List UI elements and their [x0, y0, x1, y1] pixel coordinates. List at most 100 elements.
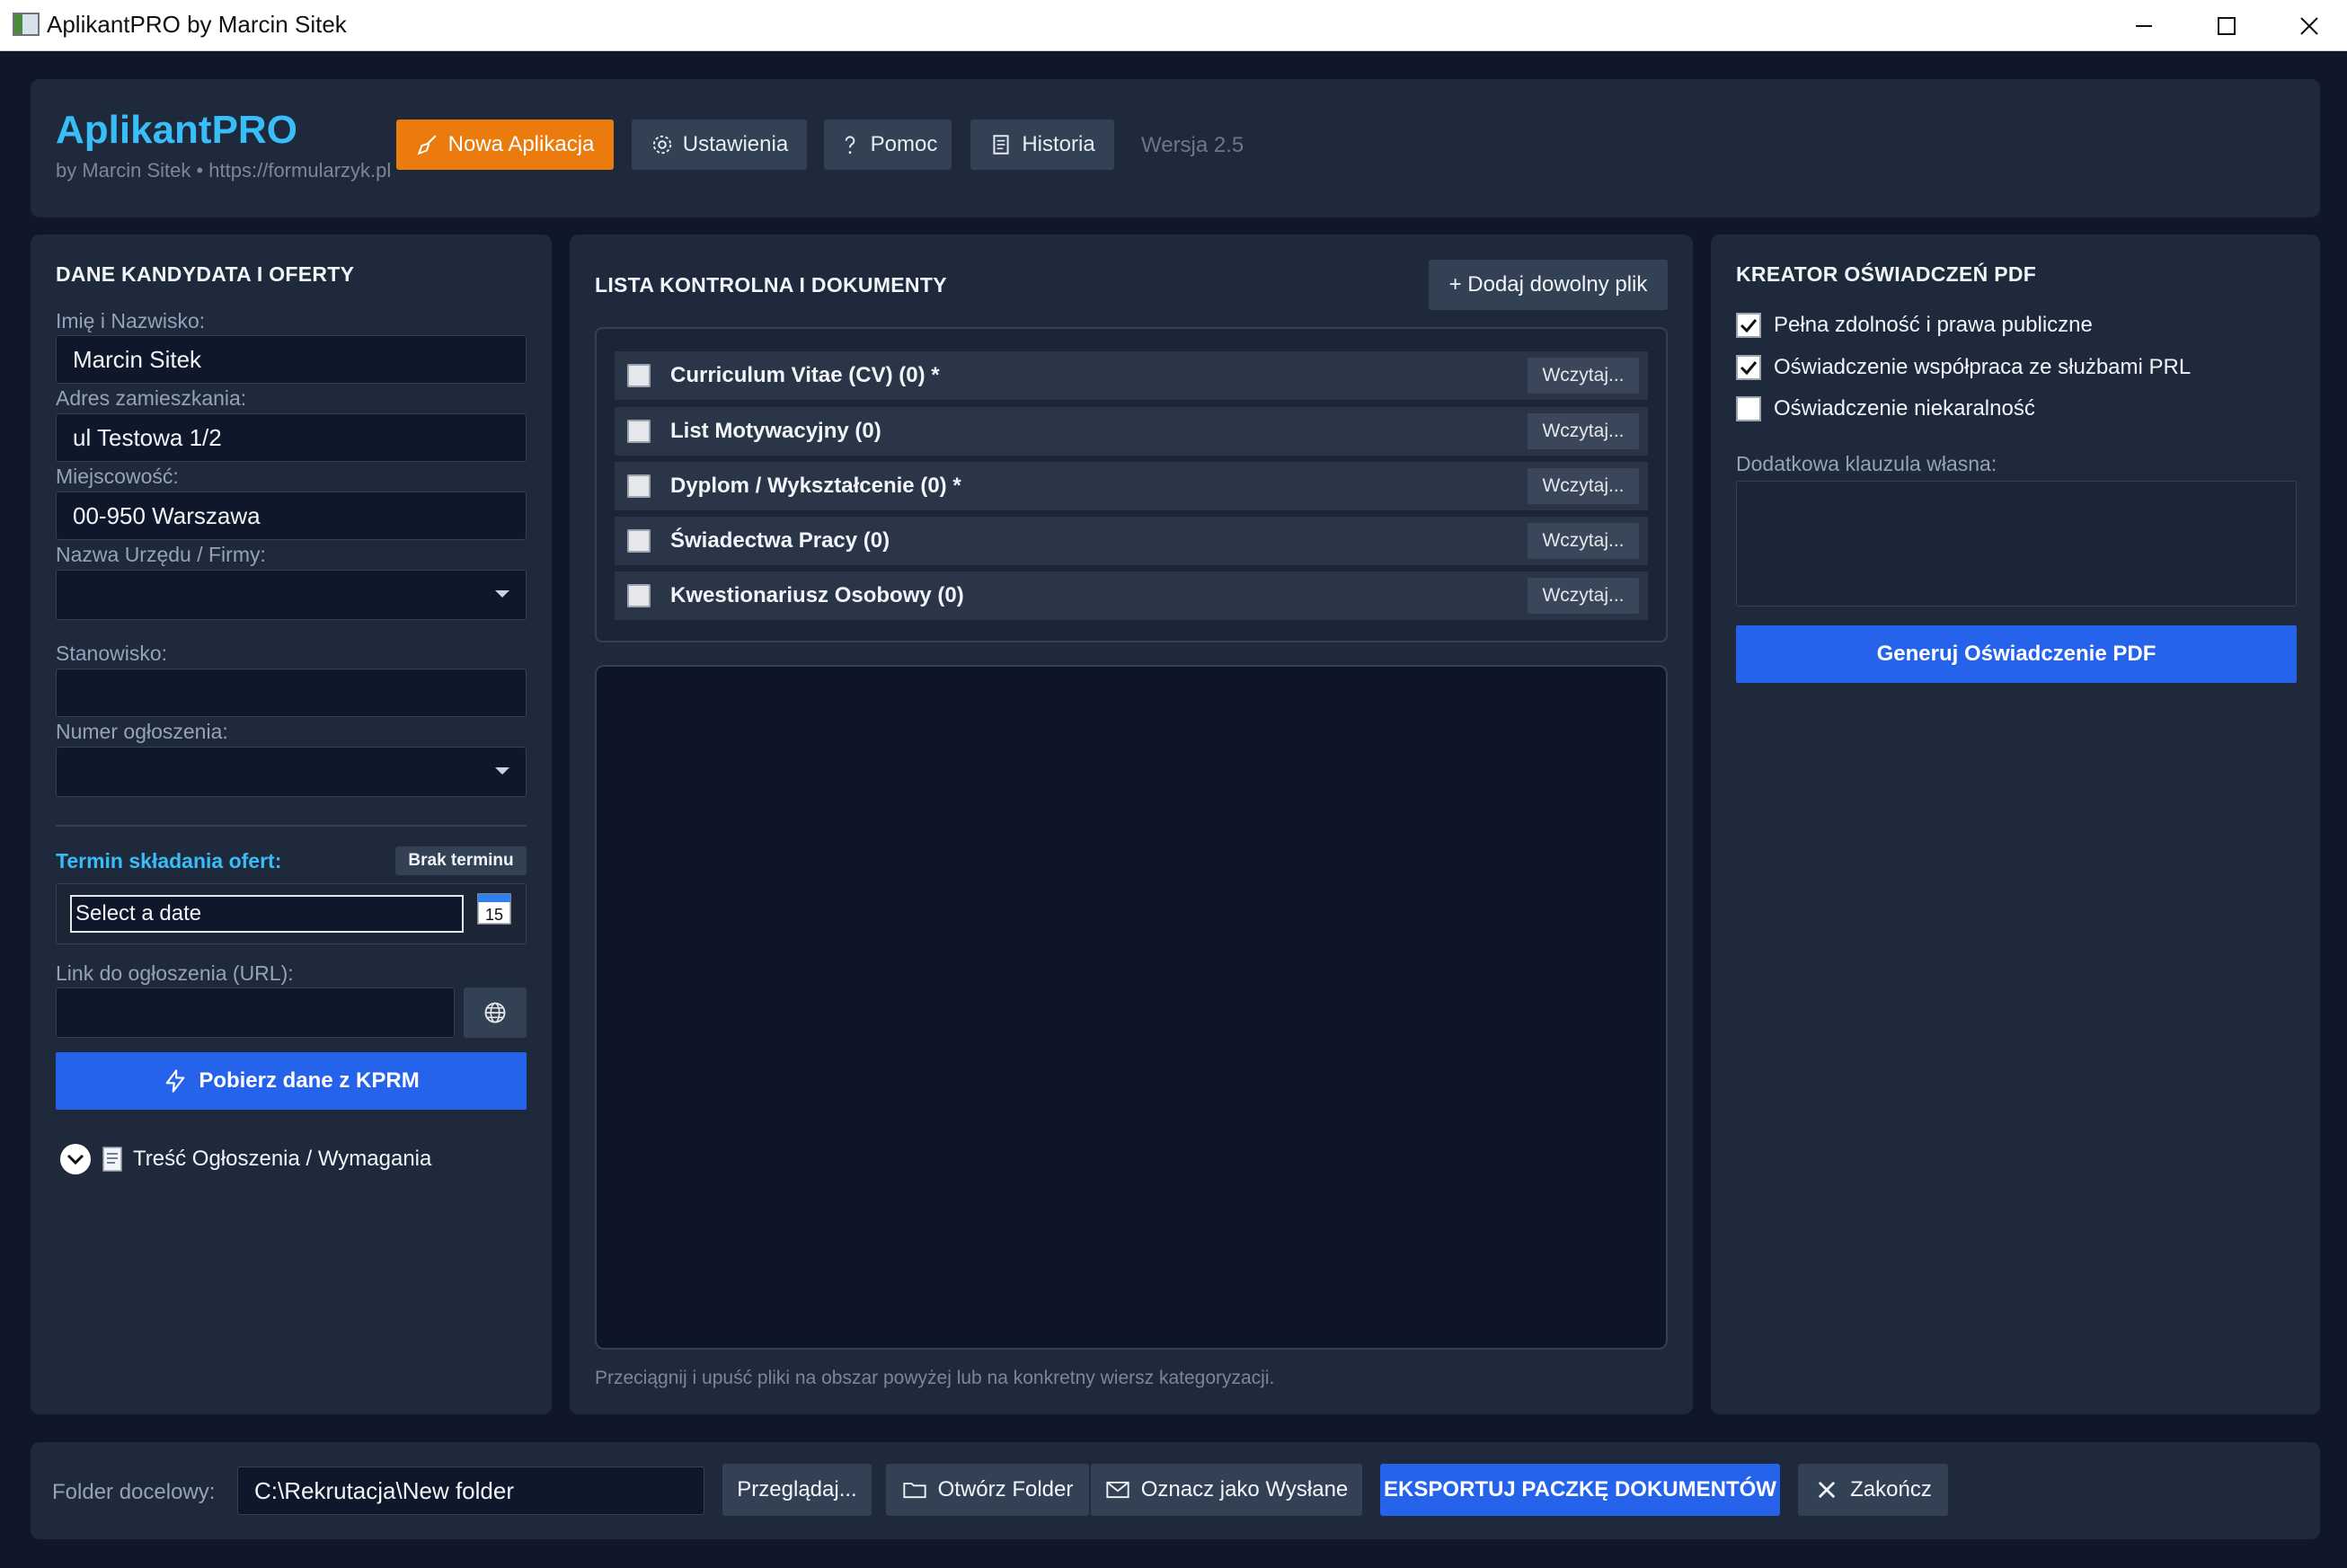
lightning-icon: [165, 1069, 185, 1093]
city-label: Miejscowość:: [56, 465, 179, 488]
no-deadline-button[interactable]: Brak terminu: [395, 846, 527, 875]
add-file-button[interactable]: + Dodaj dowolny plik: [1429, 260, 1668, 310]
app-brand: AplikantPRO: [56, 108, 297, 152]
calendar-day: 15: [485, 906, 503, 924]
settings-button[interactable]: Ustawienia: [632, 120, 807, 170]
load-button[interactable]: Wczytaj...: [1528, 468, 1639, 504]
mark-sent-button[interactable]: Oznacz jako Wysłane: [1091, 1464, 1362, 1516]
checklist-item-label: Świadectwa Pracy (0): [670, 528, 890, 553]
maximize-button[interactable]: [2185, 0, 2268, 51]
history-button[interactable]: Historia: [970, 120, 1114, 170]
address-input[interactable]: ul Testowa 1/2: [56, 413, 527, 462]
new-application-button[interactable]: Nowa Aplikacja: [396, 120, 614, 170]
checklist-item-label: Kwestionariusz Osobowy (0): [670, 583, 964, 607]
option-prl-cooperation[interactable]: Oświadczenie współpraca ze służbami PRL: [1736, 355, 2191, 380]
checklist-section-title: LISTA KONTROLNA I DOKUMENTY: [595, 273, 947, 297]
mark-sent-label: Oznacz jako Wysłane: [1140, 1477, 1349, 1502]
checkbox[interactable]: [1736, 396, 1761, 421]
custom-clause-textarea[interactable]: [1736, 481, 2297, 607]
checkbox[interactable]: [1736, 355, 1761, 380]
checkbox[interactable]: [1736, 313, 1761, 338]
checkbox[interactable]: [627, 474, 651, 498]
app-icon: [13, 13, 40, 36]
minimize-button[interactable]: [2103, 0, 2185, 51]
new-application-label: Nowa Aplikacja: [447, 132, 595, 156]
chevron-down-icon: [495, 767, 509, 775]
url-label: Link do ogłoszenia (URL):: [56, 961, 294, 985]
broom-icon: [417, 135, 437, 155]
checklist-item-label: Curriculum Vitae (CV) (0) *: [670, 363, 940, 387]
maximize-icon: [2218, 16, 2236, 35]
chevron-down-icon: [495, 590, 509, 598]
export-package-button[interactable]: EKSPORTUJ PACZKĘ DOKUMENTÓW: [1380, 1464, 1780, 1516]
option-label: Oświadczenie niekaralność: [1774, 396, 2035, 421]
checkbox[interactable]: [627, 364, 651, 387]
fetch-kprm-button[interactable]: Pobierz dane z KPRM: [56, 1052, 527, 1110]
version-label: Wersja 2.5: [1141, 133, 1244, 157]
checklist-item-label: Dyplom / Wykształcenie (0) *: [670, 474, 961, 498]
checkbox[interactable]: [627, 584, 651, 607]
checkbox[interactable]: [627, 529, 651, 553]
quit-button[interactable]: Zakończ: [1798, 1464, 1948, 1516]
candidate-section-title: DANE KANDYDATA I OFERTY: [56, 262, 355, 286]
chevron-circle-icon: [60, 1144, 91, 1174]
folder-label: Folder docelowy:: [52, 1480, 216, 1504]
divider: [56, 825, 527, 827]
calendar-button[interactable]: 15: [476, 891, 512, 926]
checklist-item-label: List Motywacyjny (0): [670, 419, 881, 443]
office-combobox[interactable]: [56, 570, 527, 620]
window-title: AplikantPRO by Marcin Sitek: [47, 11, 347, 38]
option-no-criminal-record[interactable]: Oświadczenie niekaralność: [1736, 396, 2035, 421]
close-window-button[interactable]: [2268, 0, 2347, 51]
browse-button[interactable]: Przeglądaj...: [722, 1464, 872, 1516]
open-folder-label: Otwórz Folder: [937, 1477, 1074, 1502]
settings-label: Ustawienia: [682, 132, 789, 156]
help-button[interactable]: Pomoc: [824, 120, 952, 170]
option-label: Pełna zdolność i prawa publiczne: [1774, 313, 2093, 337]
checklist-row[interactable]: Curriculum Vitae (CV) (0) * Wczytaj...: [615, 351, 1648, 400]
office-label: Nazwa Urzędu / Firmy:: [56, 543, 266, 566]
close-icon: [2300, 16, 2318, 35]
position-label: Stanowisko:: [56, 642, 168, 665]
address-label: Adres zamieszkania:: [56, 386, 247, 410]
open-url-button[interactable]: [464, 988, 527, 1038]
quit-label: Zakończ: [1850, 1477, 1932, 1502]
custom-clause-label: Dodatkowa klauzula własna:: [1736, 452, 1997, 475]
option-label: Oświadczenie współpraca ze służbami PRL: [1774, 355, 2192, 379]
ad-number-combobox[interactable]: [56, 747, 527, 797]
history-label: Historia: [1022, 132, 1095, 156]
name-label: Imię i Nazwisko:: [56, 309, 206, 332]
ad-number-label: Numer ogłoszenia:: [56, 720, 228, 743]
envelope-icon: [1106, 1481, 1129, 1499]
document-icon: [102, 1147, 122, 1172]
folder-icon: [903, 1483, 926, 1499]
gear-icon: [652, 135, 671, 155]
name-input[interactable]: Marcin Sitek: [56, 335, 527, 384]
pdf-creator-title: KREATOR OŚWIADCZEŃ PDF: [1736, 262, 2037, 286]
date-input[interactable]: Select a date: [70, 895, 464, 933]
app-subtitle: by Marcin Sitek • https://formularzyk.pl: [56, 159, 392, 182]
question-icon: [845, 136, 855, 155]
position-input[interactable]: [56, 669, 527, 717]
load-button[interactable]: Wczytaj...: [1528, 523, 1639, 559]
option-public-rights[interactable]: Pełna zdolność i prawa publiczne: [1736, 313, 2093, 338]
checklist-row[interactable]: List Motywacyjny (0) Wczytaj...: [615, 407, 1648, 456]
minimize-icon: [2136, 24, 2152, 27]
file-drop-area[interactable]: [595, 665, 1668, 1350]
open-folder-button[interactable]: Otwórz Folder: [886, 1464, 1089, 1516]
checkbox[interactable]: [627, 420, 651, 443]
checklist-row[interactable]: Dyplom / Wykształcenie (0) * Wczytaj...: [615, 462, 1648, 510]
city-input[interactable]: 00-950 Warszawa: [56, 492, 527, 540]
requirements-label: Treść Ogłoszenia / Wymagania: [133, 1147, 432, 1171]
checklist-row[interactable]: Kwestionariusz Osobowy (0) Wczytaj...: [615, 571, 1648, 620]
folder-input[interactable]: C:\Rekrutacja\New folder: [237, 1466, 704, 1515]
generate-pdf-button[interactable]: Generuj Oświadczenie PDF: [1736, 625, 2297, 683]
load-button[interactable]: Wczytaj...: [1528, 413, 1639, 449]
url-input[interactable]: [56, 988, 455, 1038]
requirements-toggle[interactable]: Treść Ogłoszenia / Wymagania: [59, 1143, 431, 1175]
deadline-label: Termin składania ofert:: [56, 849, 282, 873]
load-button[interactable]: Wczytaj...: [1528, 358, 1639, 394]
load-button[interactable]: Wczytaj...: [1528, 578, 1639, 614]
fetch-kprm-label: Pobierz dane z KPRM: [199, 1068, 420, 1093]
checklist-row[interactable]: Świadectwa Pracy (0) Wczytaj...: [615, 517, 1648, 565]
